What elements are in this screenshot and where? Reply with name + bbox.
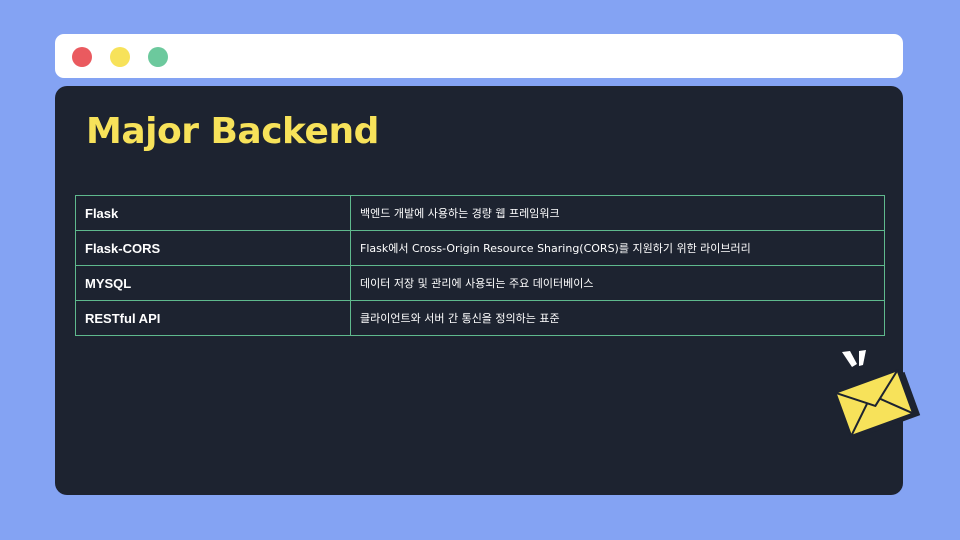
table-row: Flask 백엔드 개발에 사용하는 경량 웹 프레임워크: [75, 195, 885, 231]
minimize-window-button[interactable]: [110, 47, 130, 67]
tech-name-cell: RESTful API: [75, 300, 351, 336]
slide-panel: Major Backend Flask 백엔드 개발에 사용하는 경량 웹 프레…: [55, 86, 903, 495]
window-title-bar: [55, 34, 903, 78]
tech-description-cell: Flask에서 Cross-Origin Resource Sharing(CO…: [350, 230, 885, 266]
envelope-body: [834, 368, 915, 438]
envelope-icon: [834, 350, 921, 438]
table-row: RESTful API 클라이언트와 서버 간 통신을 정의하는 표준: [75, 300, 885, 336]
tech-description-cell: 백엔드 개발에 사용하는 경량 웹 프레임워크: [350, 195, 885, 231]
tech-name-cell: Flask: [75, 195, 351, 231]
tech-name-cell: Flask-CORS: [75, 230, 351, 266]
close-window-button[interactable]: [72, 47, 92, 67]
tech-description-cell: 데이터 저장 및 관리에 사용되는 주요 데이터베이스: [350, 265, 885, 301]
sparkle-marks: [842, 350, 866, 367]
slide-title: Major Backend: [86, 111, 379, 152]
table-row: Flask-CORS Flask에서 Cross-Origin Resource…: [75, 230, 885, 266]
table-row: MYSQL 데이터 저장 및 관리에 사용되는 주요 데이터베이스: [75, 265, 885, 301]
tech-name-cell: MYSQL: [75, 265, 351, 301]
maximize-window-button[interactable]: [148, 47, 168, 67]
tech-description-cell: 클라이언트와 서버 간 통신을 정의하는 표준: [350, 300, 885, 336]
backend-table: Flask 백엔드 개발에 사용하는 경량 웹 프레임워크 Flask-CORS…: [75, 195, 885, 336]
